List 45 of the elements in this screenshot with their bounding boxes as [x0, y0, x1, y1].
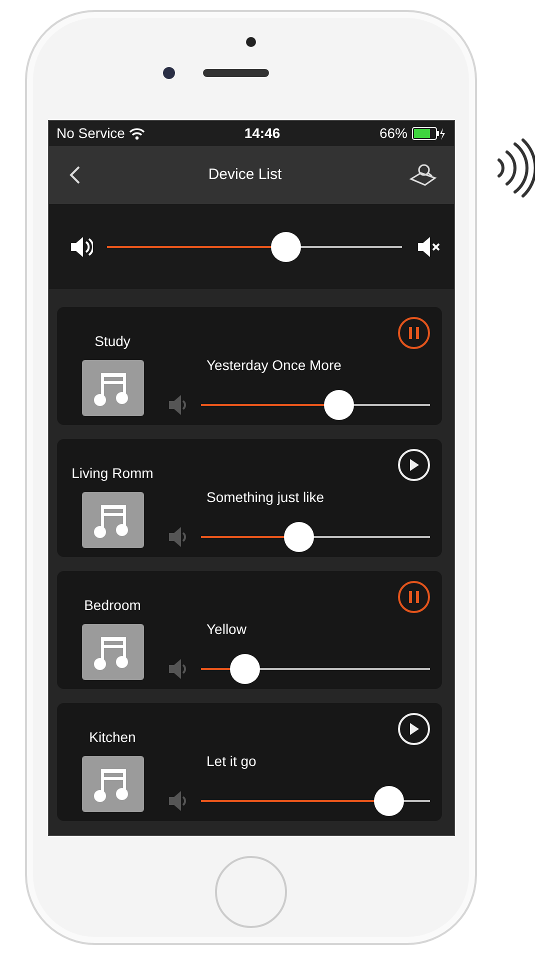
volume-icon	[68, 234, 92, 258]
device-name: Kitchen	[89, 728, 136, 747]
clock-time: 14:46	[244, 124, 280, 143]
wifi-icon	[128, 127, 145, 140]
play-icon	[408, 723, 418, 735]
pause-icon	[408, 591, 418, 603]
device-name: Bedroom	[84, 596, 141, 615]
speaker-icon	[166, 789, 186, 813]
play-icon	[408, 459, 418, 471]
slider-thumb[interactable]	[324, 390, 354, 420]
song-title: Let it go	[206, 752, 258, 771]
mute-icon	[416, 234, 440, 258]
song-title: Something just like	[206, 488, 326, 507]
slider-thumb[interactable]	[270, 232, 301, 262]
song-title: Yesterday Once More	[206, 356, 342, 375]
song-title: Yellow	[206, 620, 248, 639]
volume-slider[interactable]	[200, 390, 430, 420]
device-name: Study	[94, 332, 130, 351]
volume-slider[interactable]	[200, 654, 430, 684]
play-button[interactable]	[398, 449, 430, 481]
battery-percent: 66%	[379, 124, 408, 143]
speaker-icon	[166, 657, 186, 681]
volume-slider[interactable]	[200, 786, 430, 816]
camera-icon	[246, 37, 256, 47]
carrier-text: No Service	[56, 124, 125, 143]
device-name: Living Romm	[72, 464, 154, 483]
device-search-button[interactable]	[409, 162, 440, 188]
slider-thumb[interactable]	[230, 654, 260, 684]
volume-slider[interactable]	[106, 232, 402, 262]
back-icon	[68, 164, 80, 185]
battery-charging-icon	[412, 127, 446, 140]
play-button[interactable]	[398, 713, 430, 745]
lens-icon	[163, 67, 175, 79]
slider-thumb[interactable]	[284, 522, 314, 552]
volume-slider[interactable]	[200, 522, 430, 552]
pause-icon	[408, 327, 418, 339]
speaker-icon	[166, 525, 186, 549]
slider-thumb[interactable]	[374, 786, 404, 816]
speaker-grille	[203, 69, 269, 77]
speaker-icon	[166, 393, 186, 417]
speaker-search-icon	[409, 162, 440, 187]
pause-button[interactable]	[398, 581, 430, 613]
wireless-waves-icon	[495, 138, 535, 198]
nav-title: Device List	[208, 164, 282, 185]
pause-button[interactable]	[398, 317, 430, 349]
